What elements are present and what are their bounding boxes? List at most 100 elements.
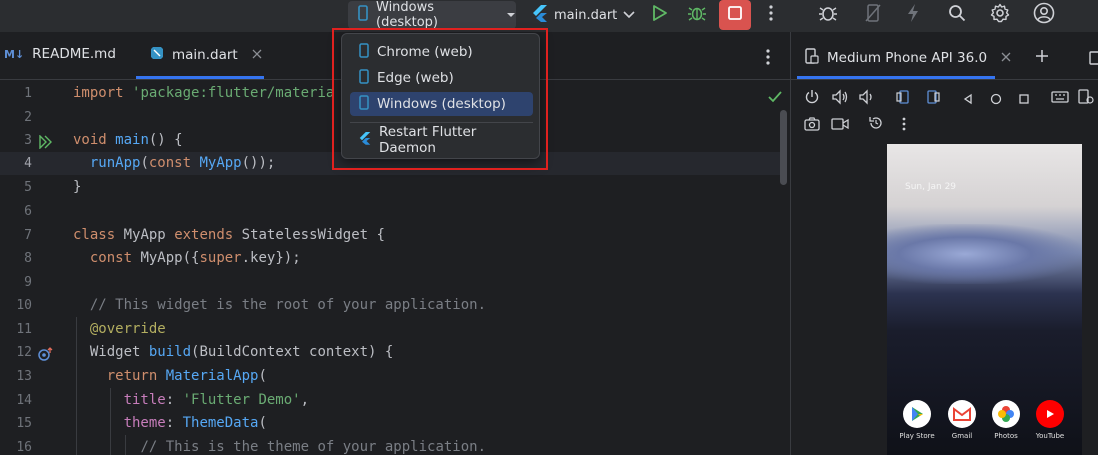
line-number: 5 xyxy=(24,180,32,195)
gear-icon xyxy=(990,3,1010,27)
stop-icon xyxy=(727,5,743,25)
back-triangle-icon xyxy=(962,90,974,109)
no-problems-check-icon[interactable] xyxy=(768,88,782,107)
youtube-icon xyxy=(1036,400,1064,428)
home-button[interactable] xyxy=(985,88,1007,110)
tab-main-dart[interactable]: main.dart xyxy=(150,46,262,64)
app-label: Play Store xyxy=(899,432,935,440)
line-number: 4 xyxy=(24,156,32,171)
app-label: Photos xyxy=(994,432,1018,440)
more-device-actions-button[interactable] xyxy=(893,114,915,136)
stop-button[interactable] xyxy=(719,0,751,30)
play-store-icon xyxy=(903,400,931,428)
lightning-icon xyxy=(906,3,920,27)
more-vertical-icon xyxy=(902,116,906,135)
app-gmail[interactable]: Gmail xyxy=(942,400,982,440)
tab-medium-phone[interactable]: Medium Phone API 36.0 xyxy=(805,48,1049,68)
code-line: const MyApp({super.key}); xyxy=(89,250,301,266)
hot-reload-button[interactable] xyxy=(899,2,927,28)
line-number-gutter: 1 2 3 4 5 6 7 8 9 10 11 12 13 14 15 16 xyxy=(0,80,62,455)
play-icon xyxy=(652,4,668,26)
settings-button[interactable] xyxy=(986,2,1014,28)
power-button[interactable] xyxy=(801,88,823,110)
screenshot-button[interactable] xyxy=(801,114,823,136)
line-number: 1 xyxy=(24,86,32,101)
bug-settings-icon xyxy=(818,3,838,27)
volume-down-button[interactable] xyxy=(855,88,877,110)
rotate-left-icon xyxy=(896,89,912,109)
device-selector-label: Windows (desktop) xyxy=(376,0,438,30)
search-button[interactable] xyxy=(943,2,971,28)
line-number: 2 xyxy=(24,110,32,125)
emulator-screen[interactable]: Sun, Jan 29 Play Store Gmail Photos YouT… xyxy=(887,144,1082,455)
device-settings-icon xyxy=(1078,89,1094,109)
wallpaper-wave xyxy=(887,224,1082,284)
tab-options-button[interactable] xyxy=(758,46,778,68)
device-mirror-button[interactable] xyxy=(859,2,887,28)
rotate-right-button[interactable] xyxy=(921,88,943,110)
code-comment: // This is the theme of your application… xyxy=(140,439,487,455)
flutter-icon xyxy=(532,4,548,26)
lockscreen-date: Sun, Jan 29 xyxy=(905,182,957,192)
rotate-right-icon xyxy=(924,89,940,109)
run-config-selector[interactable]: main.dart xyxy=(532,2,635,28)
code-comment: // This widget is the root of your appli… xyxy=(89,297,487,313)
main-toolbar: Windows (desktop) main.dart xyxy=(0,0,1098,32)
tab-readme[interactable]: M↓ README.md xyxy=(4,46,116,62)
line-number: 11 xyxy=(16,322,32,337)
run-gutter-icon[interactable] xyxy=(38,134,52,153)
keyboard-icon xyxy=(1051,90,1069,109)
rotate-left-button[interactable] xyxy=(893,88,915,110)
chevron-down-icon xyxy=(623,8,635,23)
code-line: return MaterialApp( xyxy=(106,368,267,384)
account-button[interactable] xyxy=(1030,2,1058,28)
close-icon[interactable] xyxy=(1001,50,1011,66)
more-vertical-icon xyxy=(769,5,773,25)
video-camera-icon xyxy=(831,116,849,135)
screen-record-button[interactable] xyxy=(829,114,851,136)
app-photos[interactable]: Photos xyxy=(986,400,1026,440)
app-play-store[interactable]: Play Store xyxy=(897,400,937,440)
tab-label: Medium Phone API 36.0 xyxy=(827,50,988,66)
line-number: 10 xyxy=(16,298,32,313)
extended-controls-button[interactable] xyxy=(1075,88,1097,110)
caret-down-icon xyxy=(506,8,516,23)
line-number: 3 xyxy=(24,133,32,148)
editor-scrollbar[interactable] xyxy=(780,110,787,185)
code-line: theme: ThemeData( xyxy=(123,415,267,431)
window-icon[interactable] xyxy=(1089,50,1098,69)
line-number: 13 xyxy=(16,369,32,384)
code-line: runApp(const MyApp()); xyxy=(89,155,276,171)
run-button[interactable] xyxy=(646,2,674,28)
bug-icon xyxy=(688,4,706,26)
back-button[interactable] xyxy=(957,88,979,110)
code-annotation: @override xyxy=(89,321,166,337)
debug-button[interactable] xyxy=(683,2,711,28)
close-icon[interactable] xyxy=(252,47,262,63)
line-number: 9 xyxy=(24,275,32,290)
overview-square-icon xyxy=(1018,90,1030,109)
attach-debugger-button[interactable] xyxy=(814,2,842,28)
volume-up-button[interactable] xyxy=(829,88,851,110)
device-icon xyxy=(805,48,819,68)
overview-button[interactable] xyxy=(1013,88,1035,110)
keyboard-button[interactable] xyxy=(1049,88,1071,110)
tab-label: README.md xyxy=(32,46,116,62)
app-label: Gmail xyxy=(951,432,973,440)
code-line: title: 'Flutter Demo', xyxy=(123,392,310,408)
snapshot-button[interactable] xyxy=(865,114,887,136)
phone-icon xyxy=(358,5,368,25)
device-selector[interactable]: Windows (desktop) xyxy=(348,0,516,30)
volume-down-icon xyxy=(858,89,874,109)
user-icon xyxy=(1033,2,1055,28)
highlight-box xyxy=(332,28,548,170)
ide-window: Windows (desktop) main.dart M↓ README.md… xyxy=(0,0,1098,455)
add-icon[interactable] xyxy=(1035,49,1049,67)
app-youtube[interactable]: YouTube xyxy=(1030,400,1070,440)
code-line: Widget build(BuildContext context) { xyxy=(89,344,394,360)
override-gutter-icon[interactable] xyxy=(38,346,54,365)
home-circle-icon xyxy=(990,90,1002,109)
search-icon xyxy=(948,4,966,26)
more-actions-button[interactable] xyxy=(757,2,785,28)
code-line: class MyApp extends StatelessWidget { xyxy=(73,227,385,243)
